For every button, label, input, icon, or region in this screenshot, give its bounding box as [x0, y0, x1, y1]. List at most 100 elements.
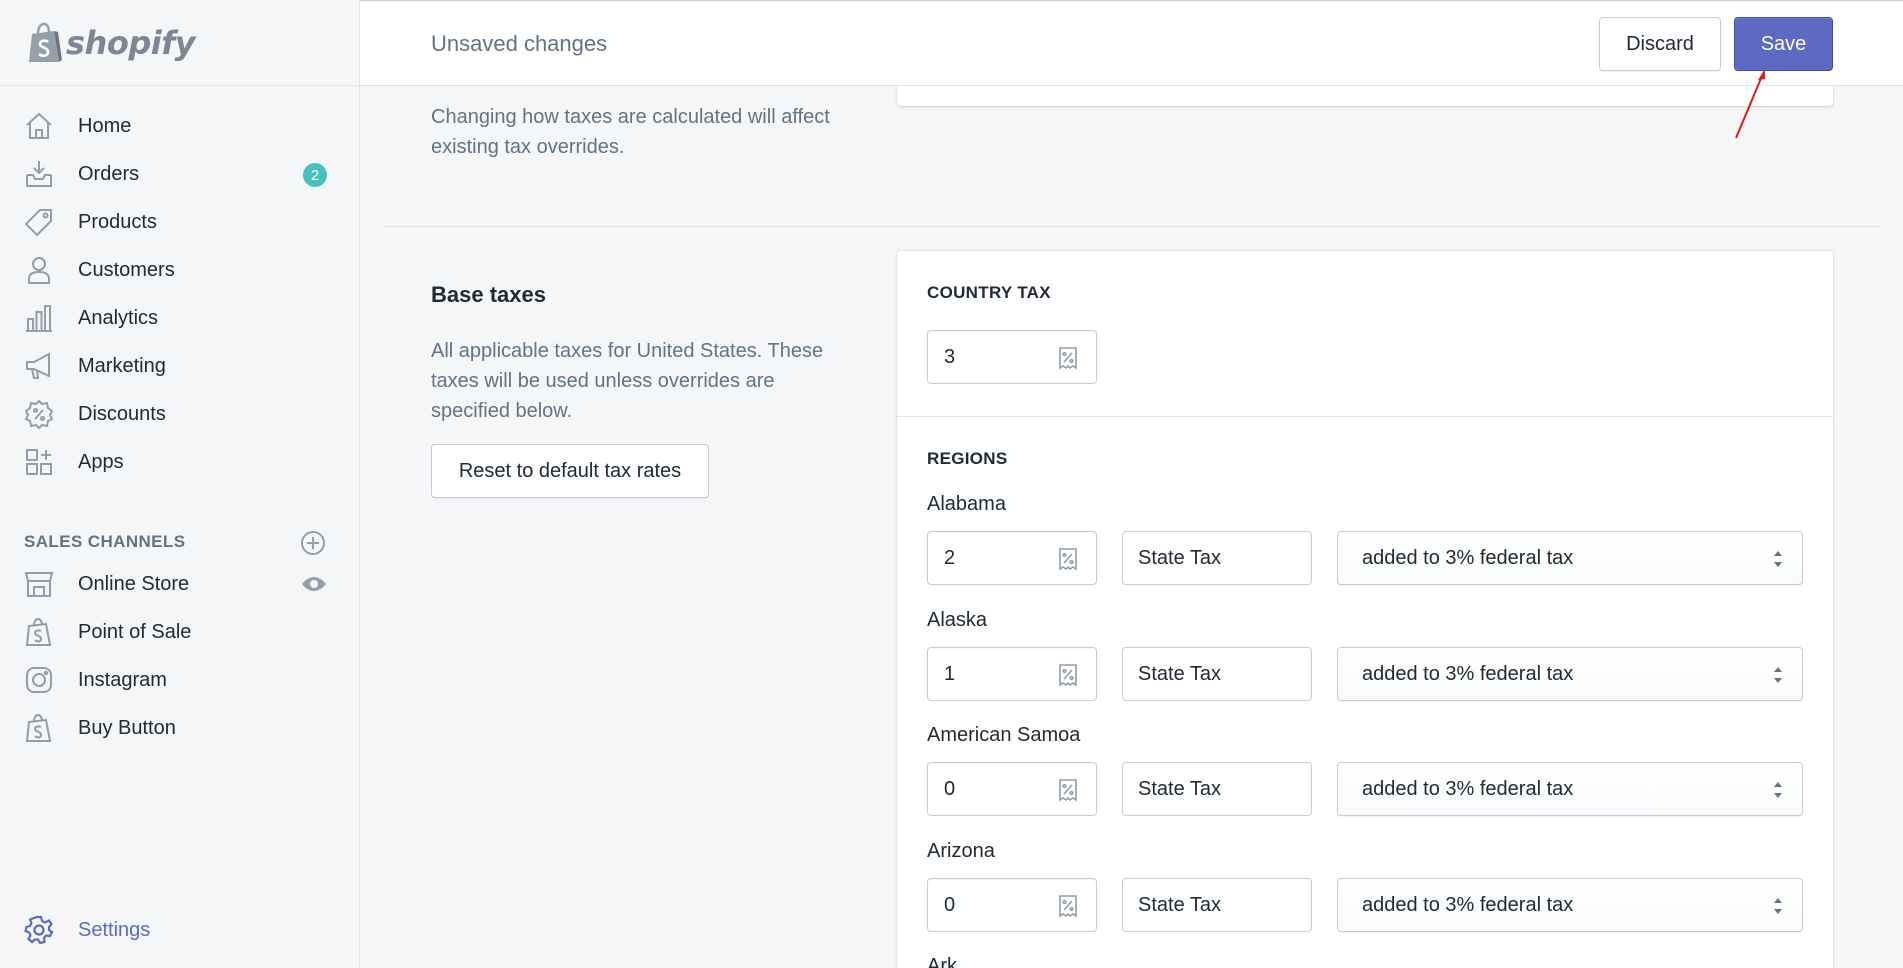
shopify-bag-icon: [29, 22, 62, 62]
country-tax-input[interactable]: 3: [927, 330, 1097, 384]
sidebar: shopify Home Orders 2 Products Customers…: [0, 0, 360, 968]
discount-icon: [24, 399, 54, 429]
sidebar-item-settings[interactable]: Settings: [0, 906, 360, 954]
sidebar-item-apps[interactable]: Apps: [0, 438, 359, 486]
percent-icon: [1059, 779, 1077, 802]
region-tax-mode-value: added to 3% federal tax: [1362, 778, 1574, 800]
shopify-logo[interactable]: shopify: [0, 0, 359, 86]
tag-icon: [24, 207, 54, 237]
country-tax-value: 3: [944, 346, 956, 368]
sales-channels-label: SALES CHANNELS: [24, 532, 186, 551]
sidebar-item-label: Point of Sale: [78, 620, 192, 643]
sidebar-item-marketing[interactable]: Marketing: [0, 342, 359, 390]
base-taxes-title: Base taxes: [431, 282, 546, 307]
base-taxes-card: COUNTRY TAX 3 REGIONS Alabama 2 State Ta…: [897, 251, 1833, 968]
sidebar-item-label: Marketing: [78, 354, 166, 377]
region-tax-name-input[interactable]: State Tax: [1122, 647, 1312, 701]
region-name: Arizona: [927, 840, 995, 862]
sidebar-item-label: Settings: [78, 918, 151, 941]
percent-icon: [1059, 895, 1077, 918]
sidebar-item-label: Home: [78, 114, 132, 137]
apps-icon: [24, 447, 54, 477]
sidebar-item-label: Online Store: [78, 572, 190, 595]
base-taxes-description: All applicable taxes for United States. …: [431, 340, 824, 422]
sidebar-item-customers[interactable]: Customers: [0, 246, 359, 294]
main-content: Changing how taxes are calculated will a…: [360, 76, 1903, 968]
store-icon: [24, 569, 54, 599]
sidebar-item-label: Products: [78, 210, 157, 233]
sidebar-item-products[interactable]: Products: [0, 198, 359, 246]
region-name: Alaska: [927, 609, 988, 631]
sidebar-item-home[interactable]: Home: [0, 102, 359, 150]
annotation-arrow-icon: [1735, 69, 1765, 139]
shopify-bag-icon: [24, 617, 54, 647]
main-nav: Home Orders 2 Products Customers Analyti…: [0, 86, 359, 752]
add-circle-icon[interactable]: [300, 530, 326, 556]
sidebar-item-buy-button[interactable]: Buy Button: [0, 704, 359, 752]
settings-area: Settings: [0, 906, 360, 954]
region-rate-input[interactable]: 2: [927, 531, 1097, 585]
sidebar-item-discounts[interactable]: Discounts: [0, 390, 359, 438]
region-rate-input[interactable]: 0: [927, 878, 1097, 932]
select-caret-icon: [1774, 551, 1782, 567]
region-rate-value: 1: [944, 663, 956, 685]
region-tax-name-input[interactable]: State Tax: [1122, 878, 1312, 932]
sidebar-item-point-of-sale[interactable]: Point of Sale: [0, 608, 359, 656]
megaphone-icon: [24, 351, 54, 381]
region-tax-mode-value: added to 3% federal tax: [1362, 547, 1574, 569]
sidebar-item-instagram[interactable]: Instagram: [0, 656, 359, 704]
country-tax-heading: COUNTRY TAX: [927, 283, 1051, 302]
region-tax-mode-select[interactable]: added to 3% federal tax: [1337, 531, 1803, 585]
region-rate-value: 0: [944, 894, 956, 916]
person-icon: [24, 255, 54, 285]
sidebar-item-label: Orders: [78, 162, 140, 185]
orders-count-badge: 2: [303, 163, 327, 187]
save-button[interactable]: Save: [1734, 17, 1833, 71]
region-name: Alabama: [927, 493, 1006, 515]
sidebar-item-online-store[interactable]: Online Store: [0, 560, 359, 608]
region-tax-mode-select[interactable]: added to 3% federal tax: [1337, 647, 1803, 701]
percent-icon: [1059, 664, 1077, 687]
eye-icon[interactable]: [300, 572, 328, 596]
card-section-divider: [897, 416, 1833, 417]
sidebar-item-label: Buy Button: [78, 716, 176, 739]
region-name: American Samoa: [927, 724, 1081, 746]
region-tax-name-input[interactable]: State Tax: [1122, 531, 1312, 585]
home-icon: [24, 111, 54, 141]
page-title: Unsaved changes: [431, 31, 608, 56]
select-caret-icon: [1774, 782, 1782, 798]
gear-icon: [24, 915, 54, 945]
discard-button[interactable]: Discard: [1599, 17, 1721, 71]
tax-calculation-note: Changing how taxes are calculated will a…: [431, 106, 830, 158]
region-tax-name-value: State Tax: [1138, 778, 1222, 800]
shopify-bag-icon: [24, 713, 54, 743]
region-tax-mode-value: added to 3% federal tax: [1362, 663, 1574, 685]
sales-channels-header: SALES CHANNELS: [0, 524, 359, 560]
region-tax-name-input[interactable]: State Tax: [1122, 762, 1312, 816]
region-tax-name-value: State Tax: [1138, 547, 1222, 569]
region-tax-name-value: State Tax: [1138, 894, 1222, 916]
sidebar-item-label: Instagram: [78, 668, 167, 691]
region-rate-input[interactable]: 0: [927, 762, 1097, 816]
contextual-save-bar: Unsaved changes Discard Save: [360, 0, 1903, 86]
regions-heading: REGIONS: [927, 449, 1008, 468]
select-caret-icon: [1774, 667, 1782, 683]
region-rate-input[interactable]: 1: [927, 647, 1097, 701]
sidebar-item-label: Apps: [78, 450, 124, 473]
reset-tax-rates-button[interactable]: Reset to default tax rates: [431, 444, 709, 498]
brand-wordmark: shopify: [66, 23, 195, 62]
sidebar-item-label: Customers: [78, 258, 175, 281]
region-tax-name-value: State Tax: [1138, 663, 1222, 685]
sidebar-item-analytics[interactable]: Analytics: [0, 294, 359, 342]
region-tax-mode-select[interactable]: added to 3% federal tax: [1337, 762, 1803, 816]
section-divider: [383, 226, 1880, 227]
region-tax-mode-select[interactable]: added to 3% federal tax: [1337, 878, 1803, 932]
region-name-partial: Ark: [927, 955, 957, 968]
region-tax-mode-value: added to 3% federal tax: [1362, 894, 1574, 916]
percent-icon: [1059, 548, 1077, 571]
region-rate-value: 2: [944, 547, 956, 569]
sidebar-item-orders[interactable]: Orders 2: [0, 150, 359, 198]
percent-icon: [1059, 347, 1077, 370]
sidebar-item-label: Discounts: [78, 402, 166, 425]
bar-chart-icon: [24, 303, 54, 333]
